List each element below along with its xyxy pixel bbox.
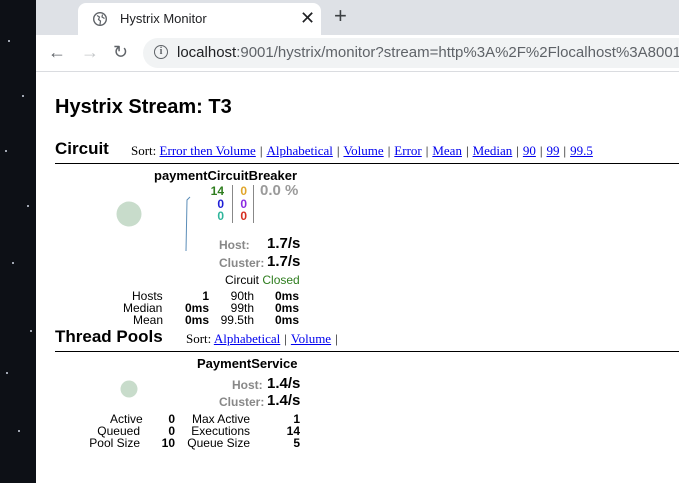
cluster-rate: 1.7/s [267, 253, 301, 270]
cluster-rate: 1.4/s [267, 392, 301, 409]
url-text[interactable]: localhost:9001/hystrix/monitor?stream=ht… [177, 44, 679, 61]
sort-error-then-volume[interactable]: Error then Volume [160, 143, 256, 158]
host-rate: 1.7/s [267, 235, 301, 252]
back-icon[interactable]: ← [48, 42, 66, 63]
browser-toolbar: ← → ↻ i localhost:9001/hystrix/monitor?s… [36, 35, 679, 72]
globe-icon [93, 12, 107, 26]
forward-icon[interactable]: → [81, 42, 99, 63]
sort-volume[interactable]: Volume [291, 331, 331, 346]
pool-size-label: Pool Size [89, 436, 140, 450]
host-rate: 1.4/s [267, 375, 301, 392]
sort-90[interactable]: 90 [523, 143, 536, 158]
cluster-label: Cluster: [219, 395, 265, 409]
circuit-status: Circuit Closed [225, 273, 300, 287]
queue-size-label: Queue Size [187, 436, 250, 450]
sort-mean[interactable]: Mean [432, 143, 462, 158]
threadpool-sort-bar: Sort: Alphabetical | Volume | [186, 331, 338, 346]
desktop-background [0, 0, 36, 483]
queue-size-value: 5 [293, 436, 300, 450]
sort-alphabetical[interactable]: Alphabetical [214, 331, 280, 346]
error-percentage: 0.0 % [260, 182, 299, 199]
address-bar[interactable]: i localhost:9001/hystrix/monitor?stream=… [143, 38, 679, 68]
tab-title: Hystrix Monitor [120, 11, 207, 26]
hystrix-dashboard: Hystrix Stream: T3 Circuit Sort: Error t… [36, 72, 679, 483]
circuit-sparkline [185, 196, 191, 252]
circuit-heading: Circuit [55, 139, 109, 158]
threadpool-health-circle [120, 380, 138, 398]
sort-error[interactable]: Error [394, 143, 421, 158]
failure-count: 0 [240, 209, 247, 223]
circuit-sort-bar: Sort: Error then Volume | Alphabetical | Vol… [131, 143, 593, 158]
circuit-name: paymentCircuitBreaker [154, 168, 298, 183]
close-tab-icon[interactable]: ✕ [300, 8, 315, 29]
reload-icon[interactable]: ↻ [113, 42, 128, 63]
threadpool-heading: Thread Pools [55, 327, 163, 346]
sort-alphabetical[interactable]: Alphabetical [266, 143, 332, 158]
host-label: Host: [219, 238, 250, 252]
threadpool-section-header: Thread Pools Sort: Alphabetical | Volume | [55, 325, 679, 352]
sort-volume[interactable]: Volume [343, 143, 383, 158]
browser-tab[interactable]: Hystrix Monitor ✕ [78, 3, 321, 35]
new-tab-icon[interactable]: + [334, 3, 347, 29]
cluster-label: Cluster: [219, 256, 265, 270]
sort-99-5[interactable]: 99.5 [570, 143, 593, 158]
circuit-health-circle [116, 201, 142, 227]
circuit-status-value: Closed [262, 273, 300, 287]
counter-divider [253, 185, 254, 223]
timeout-count: 0 [240, 184, 247, 198]
sort-median[interactable]: Median [473, 143, 513, 158]
host-label: Host: [232, 378, 263, 392]
browser-tab-bar: Hystrix Monitor ✕ + [36, 0, 679, 35]
sort-99[interactable]: 99 [547, 143, 560, 158]
threadpool-name: PaymentService [197, 356, 298, 371]
page-title: Hystrix Stream: T3 [55, 96, 232, 118]
pool-size-value: 10 [161, 436, 175, 450]
circuit-section-header: Circuit Sort: Error then Volume | Alphabet… [55, 137, 679, 164]
site-info-icon[interactable]: i [154, 45, 168, 59]
